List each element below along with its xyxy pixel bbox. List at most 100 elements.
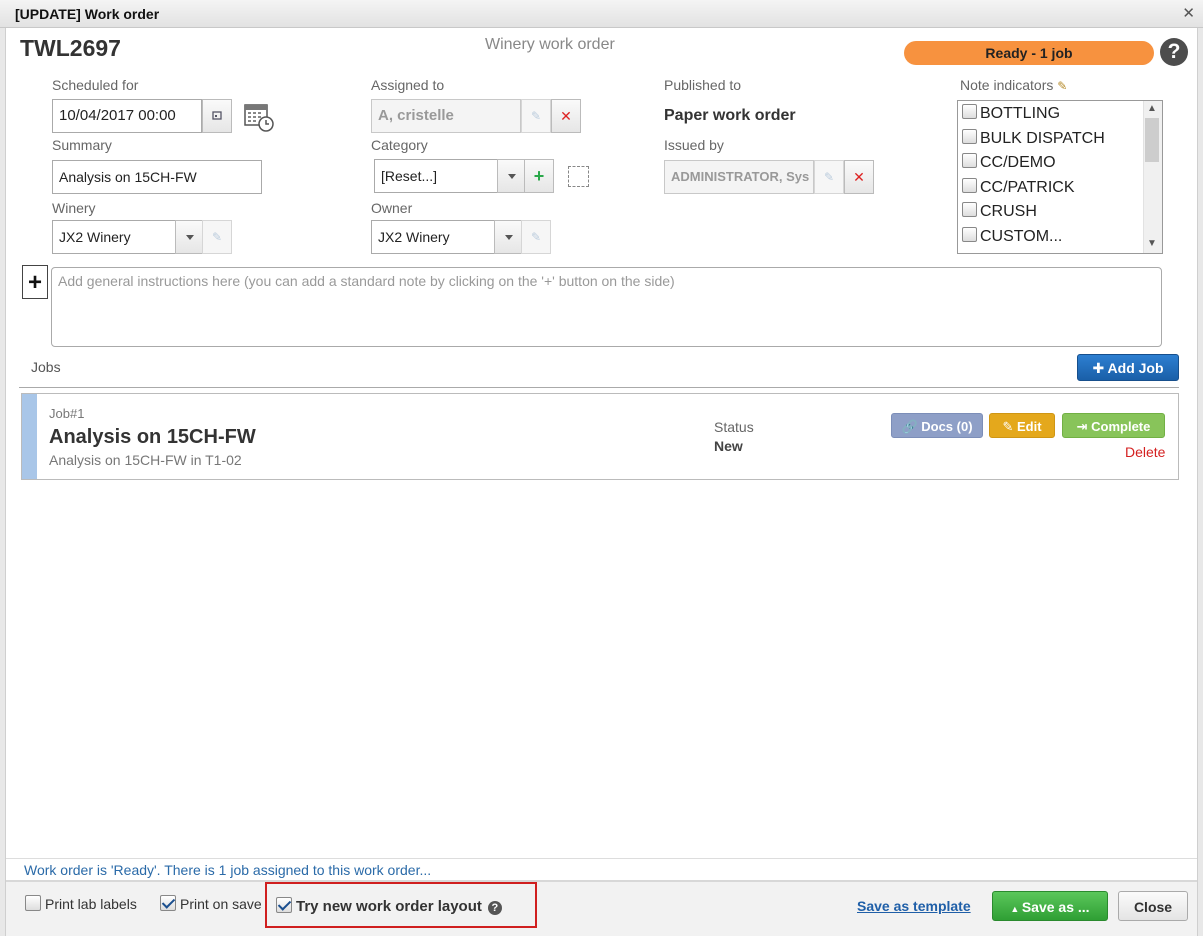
job-card-stripe <box>22 394 37 479</box>
note-indicators-label: Note indicators ✎ <box>960 77 1067 93</box>
status-message: Work order is 'Ready'. There is 1 job as… <box>24 862 432 878</box>
winery-dropdown-button[interactable] <box>175 220 205 254</box>
note-item-crush[interactable]: CRUSH <box>962 202 1037 221</box>
paperclip-icon: 🔗 <box>901 419 922 434</box>
category-select[interactable]: [Reset...] <box>374 159 498 193</box>
docs-label: Docs (0) <box>921 419 973 434</box>
pencil-icon: ✎ <box>1057 79 1068 93</box>
help-icon[interactable]: ? <box>1160 38 1188 66</box>
divider <box>19 387 1179 388</box>
owner-label: Owner <box>371 200 413 216</box>
issued-label: Issued by <box>664 137 724 153</box>
date-picker-button[interactable] <box>202 99 232 133</box>
category-dropdown-button[interactable] <box>497 159 527 193</box>
owner-select[interactable]: JX2 Winery <box>371 220 495 254</box>
chevron-down-icon <box>186 235 194 241</box>
issued-by-input[interactable]: ADMINISTRATOR, Sys <box>664 160 814 194</box>
scheduled-label: Scheduled for <box>52 77 139 93</box>
scroll-up-icon[interactable]: ▲ <box>1147 103 1157 114</box>
delete-job-link[interactable]: Delete <box>1125 444 1165 460</box>
status-message-bar: Work order is 'Ready'. There is 1 job as… <box>6 858 1197 878</box>
note-item-custom[interactable]: CUSTOM... <box>962 227 1062 246</box>
save-as-label: Save as ... <box>1021 899 1090 915</box>
try-new-layout-checkbox[interactable] <box>276 897 292 913</box>
owner-edit-button[interactable]: ✎ <box>521 220 551 254</box>
category-add-button[interactable]: + <box>524 159 554 193</box>
issued-edit-button[interactable]: ✎ <box>814 160 844 194</box>
checkbox[interactable] <box>962 227 977 242</box>
summary-input[interactable]: Analysis on 15CH-FW <box>52 160 262 194</box>
note-item-cc-patrick[interactable]: CC/PATRICK <box>962 178 1075 197</box>
scroll-down-icon[interactable]: ▼ <box>1147 238 1157 249</box>
scheduled-date-input[interactable]: 10/04/2017 00:00 <box>52 99 202 133</box>
note-item-cc-demo[interactable]: CC/DEMO <box>962 153 1056 172</box>
complete-label: Complete <box>1091 419 1151 434</box>
calendar-schedule-icon[interactable] <box>244 102 274 132</box>
print-lab-labels-option[interactable]: Print lab labels <box>25 895 137 912</box>
published-value: Paper work order <box>664 107 796 124</box>
add-standard-note-button[interactable]: + <box>22 265 48 299</box>
issued-clear-button[interactable]: ✕ <box>844 160 874 194</box>
docs-button[interactable]: 🔗 Docs (0) <box>891 413 983 438</box>
winery-label: Winery <box>52 200 96 216</box>
sign-in-icon: ⇥ <box>1076 419 1092 434</box>
note-item-label: BOTTLING <box>980 105 1061 122</box>
category-label: Category <box>371 137 428 153</box>
status-badge: Ready - 1 job <box>904 41 1154 65</box>
checkbox[interactable] <box>962 178 977 193</box>
published-label: Published to <box>664 77 742 93</box>
print-on-save-label: Print on save <box>180 896 262 912</box>
checkbox[interactable] <box>962 202 977 217</box>
note-item-bulk-dispatch[interactable]: BULK DISPATCH <box>962 129 1105 148</box>
note-item-label: BULK DISPATCH <box>980 130 1105 147</box>
window-frame-right <box>1197 28 1203 936</box>
chevron-down-icon <box>508 174 516 180</box>
assigned-label: Assigned to <box>371 77 445 93</box>
window-frame-left <box>0 28 6 936</box>
note-indicators-label-text: Note indicators <box>960 77 1054 93</box>
job-status-value: New <box>714 438 743 454</box>
note-indicators-list[interactable]: BOTTLING BULK DISPATCH CC/DEMO CC/PATRIC… <box>957 100 1163 254</box>
print-on-save-checkbox[interactable] <box>160 895 176 911</box>
note-item-bottling[interactable]: BOTTLING <box>962 104 1060 123</box>
work-order-type: Winery work order <box>485 36 615 53</box>
checkbox[interactable] <box>962 153 977 168</box>
print-lab-labels-label: Print lab labels <box>45 896 137 912</box>
print-lab-labels-checkbox[interactable] <box>25 895 41 911</box>
save-as-template-link[interactable]: Save as template <box>857 898 971 914</box>
job-number: Job#1 <box>49 406 85 421</box>
print-on-save-option[interactable]: Print on save <box>160 895 262 912</box>
note-item-label: CC/DEMO <box>980 154 1056 171</box>
summary-label: Summary <box>52 137 112 153</box>
edit-job-button[interactable]: ✎ Edit <box>989 413 1055 438</box>
plus-icon: ✚ <box>1092 360 1108 376</box>
owner-dropdown-button[interactable] <box>494 220 524 254</box>
assigned-to-input[interactable]: A, cristelle <box>371 99 521 133</box>
checkbox[interactable] <box>962 104 977 119</box>
job-title[interactable]: Analysis on 15CH-FW <box>49 426 256 449</box>
category-color-swatch[interactable] <box>568 166 589 187</box>
chevron-down-icon <box>505 235 513 241</box>
try-new-layout-label: Try new work order layout <box>296 898 482 915</box>
winery-select[interactable]: JX2 Winery <box>52 220 176 254</box>
try-new-layout-option[interactable]: Try new work order layout? <box>276 897 502 915</box>
add-job-button[interactable]: ✚ Add Job <box>1077 354 1179 381</box>
assigned-edit-button[interactable]: ✎ <box>521 99 551 133</box>
window-titlebar: [UPDATE] Work order ✕ <box>0 0 1203 28</box>
note-item-label: CRUSH <box>980 203 1037 220</box>
close-button[interactable]: Close <box>1118 891 1188 921</box>
close-icon[interactable]: ✕ <box>1182 4 1195 22</box>
save-as-button[interactable]: ▲ Save as ... <box>992 891 1108 921</box>
complete-job-button[interactable]: ⇥ Complete <box>1062 413 1165 438</box>
chevron-up-icon: ▲ <box>1010 904 1022 914</box>
checkbox[interactable] <box>962 129 977 144</box>
job-status-label: Status <box>714 419 754 435</box>
winery-edit-button[interactable]: ✎ <box>202 220 232 254</box>
scrollbar-thumb[interactable] <box>1145 118 1159 162</box>
assigned-clear-button[interactable]: ✕ <box>551 99 581 133</box>
jobs-section-label: Jobs <box>31 359 61 375</box>
note-item-label: CC/PATRICK <box>980 179 1075 196</box>
job-subtitle: Analysis on 15CH-FW in T1-02 <box>49 452 242 468</box>
help-icon[interactable]: ? <box>487 901 502 915</box>
general-instructions-textarea[interactable]: Add general instructions here (you can a… <box>51 267 1162 347</box>
